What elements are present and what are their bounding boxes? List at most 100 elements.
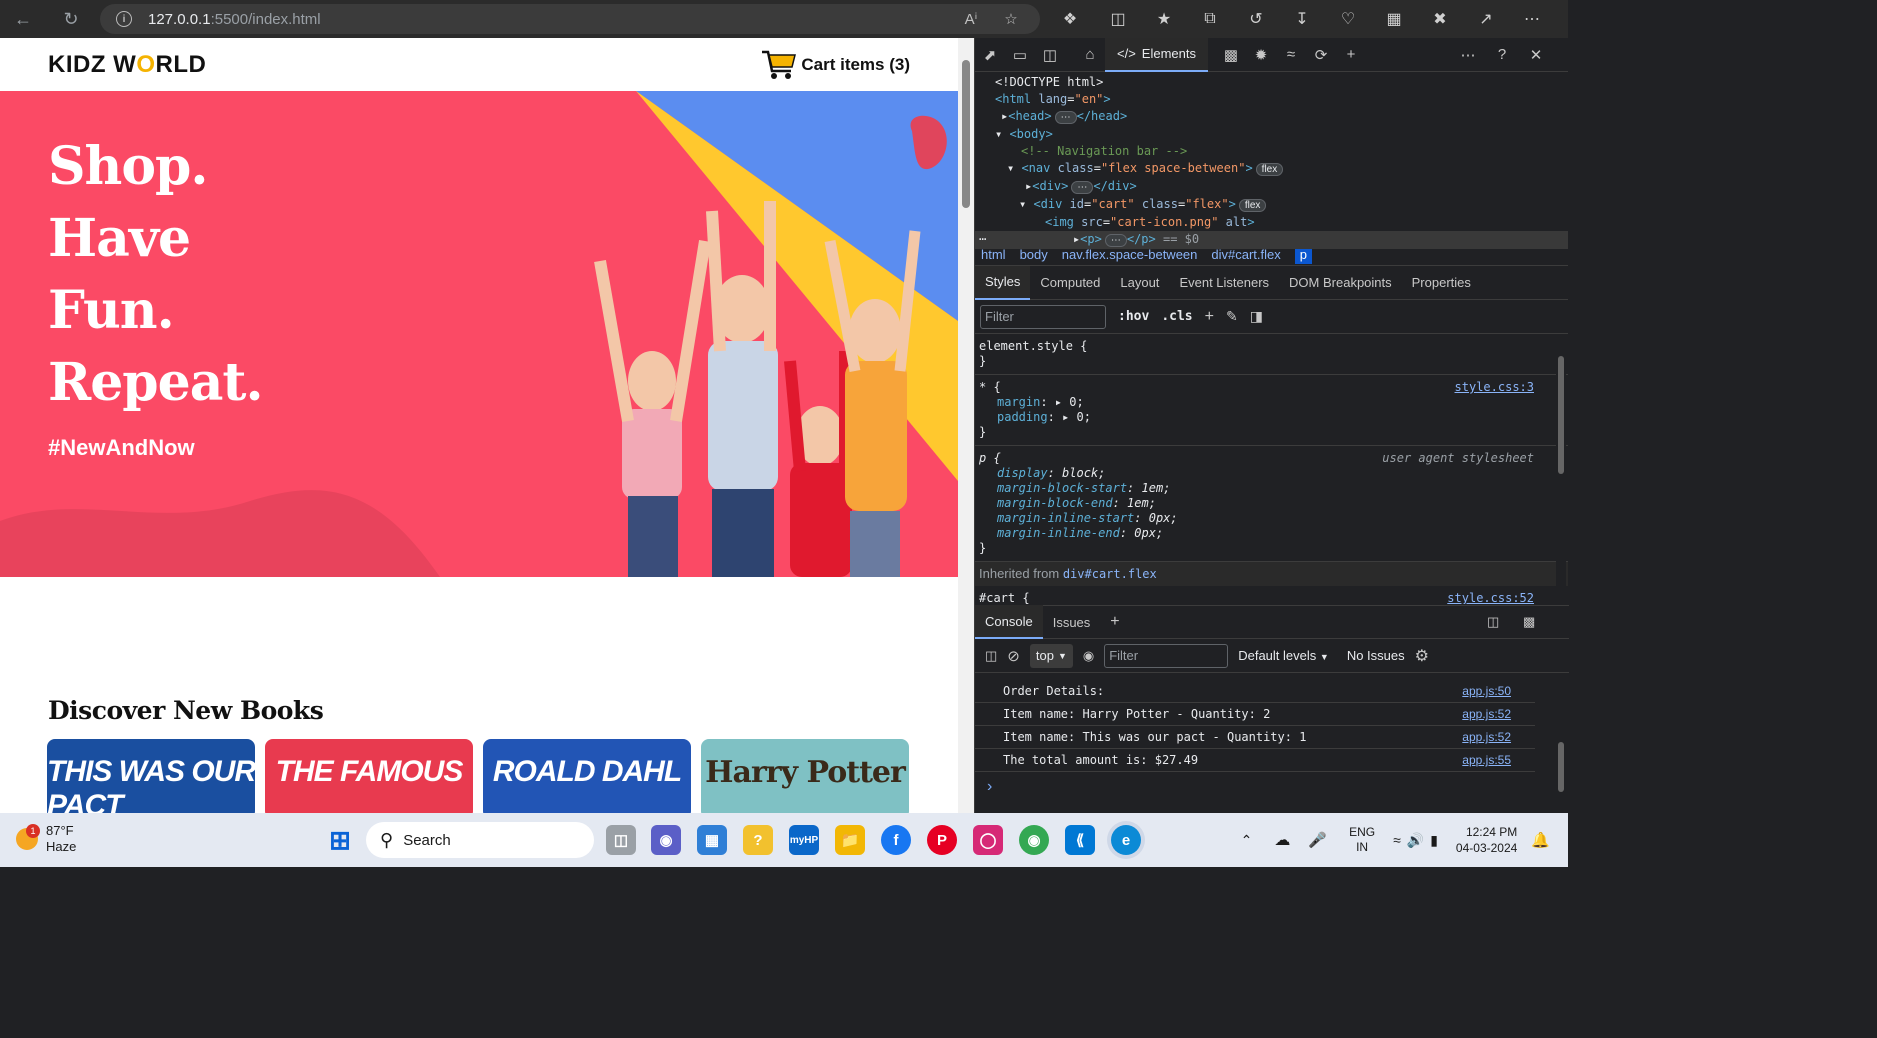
dom-node[interactable]: ▾ <body> xyxy=(975,126,1568,143)
pinterest-icon[interactable]: P xyxy=(927,825,957,855)
sidebar-toggle-icon[interactable]: ◨ xyxy=(1250,308,1263,325)
myhp-icon[interactable]: myHP xyxy=(789,825,819,855)
sources-bug-icon[interactable]: ✹ xyxy=(1246,38,1276,72)
read-aloud-icon[interactable]: Aⁱ xyxy=(960,8,982,30)
style-rule[interactable]: * { style.css:3 margin: ▸ 0; padding: ▸ … xyxy=(975,375,1568,446)
hov-button[interactable]: :hov xyxy=(1118,309,1149,324)
live-expression-eye-icon[interactable]: ◉ xyxy=(1083,648,1094,664)
network-wifi-icon[interactable]: ≈ xyxy=(1276,38,1306,72)
style-rule[interactable]: #cart { style.css:52 xyxy=(975,586,1568,604)
site-logo[interactable]: KIDZ WORLD xyxy=(48,51,206,79)
console-sidebar-icon[interactable]: ◫ xyxy=(985,648,997,664)
console-filter-input[interactable]: Filter xyxy=(1104,643,1229,668)
tab-elements[interactable]: </> Elements xyxy=(1105,37,1208,72)
dom-comment[interactable]: <!-- Navigation bar --> xyxy=(975,143,1568,160)
dom-node[interactable]: <img src="cart-icon.png" alt> xyxy=(975,214,1568,231)
volume-icon[interactable]: 🔊 xyxy=(1407,832,1424,849)
prop-name[interactable]: padding xyxy=(997,410,1048,424)
dom-node[interactable]: <!DOCTYPE html> xyxy=(975,74,1568,91)
new-rule-icon[interactable]: + xyxy=(1205,308,1214,326)
console-source-link[interactable]: app.js:52 xyxy=(1462,707,1511,721)
help-icon[interactable]: ? xyxy=(1487,38,1517,72)
style-rule[interactable]: element.style { } xyxy=(975,334,1568,375)
edge-icon[interactable]: e xyxy=(1111,825,1141,855)
refresh-icon[interactable]: ↻ xyxy=(52,0,90,38)
default-levels-dropdown[interactable]: Default levels ▼ xyxy=(1238,648,1329,663)
wifi-icon[interactable]: ≈ xyxy=(1393,832,1401,848)
notifications-bell-icon[interactable]: 🔔 xyxy=(1531,831,1550,849)
weather-widget[interactable]: 1 87°F Haze xyxy=(16,823,76,855)
close-drawer-icon[interactable]: ▩ xyxy=(1523,614,1535,630)
tab-console[interactable]: Console xyxy=(975,605,1043,639)
book-card[interactable]: THIS WAS OUR PACT xyxy=(47,739,255,813)
favorites-icon[interactable]: ★ xyxy=(1152,7,1176,31)
device-toolbar-icon[interactable]: ▭ xyxy=(1005,38,1035,72)
extensions-icon[interactable]: ❖ xyxy=(1058,7,1082,31)
console-prompt-icon[interactable]: › xyxy=(987,778,992,796)
split-screen-icon[interactable]: ◫ xyxy=(1106,7,1130,31)
dom-node[interactable]: ▸<head> ⋯ </head> xyxy=(975,108,1568,126)
screenshot-icon[interactable]: ✖ xyxy=(1428,7,1452,31)
book-card[interactable]: Harry Potter xyxy=(701,739,909,813)
address-bar[interactable]: i 127.0.0.1:5500/index.html Aⁱ ☆ xyxy=(100,4,1040,34)
tab-styles[interactable]: Styles xyxy=(975,265,1031,300)
clear-console-icon[interactable]: ⊘ xyxy=(1007,647,1020,665)
facebook-icon[interactable]: f xyxy=(881,825,911,855)
downloads-icon[interactable]: ↧ xyxy=(1290,7,1314,31)
clock[interactable]: 12:24 PM 04-03-2024 xyxy=(1456,824,1517,856)
tab-dom-breakpoints[interactable]: DOM Breakpoints xyxy=(1279,266,1402,300)
battery-icon[interactable]: ▮ xyxy=(1430,832,1438,849)
more-menu-icon[interactable]: ⋯ xyxy=(1520,7,1544,31)
onedrive-cloud-icon[interactable]: ☁ xyxy=(1274,830,1290,850)
cart-link[interactable]: Cart items (3) xyxy=(761,49,910,81)
prop-name[interactable]: margin xyxy=(997,395,1040,409)
dom-node[interactable]: ▾ <nav class="flex space-between"> flex xyxy=(975,160,1568,178)
microphone-icon[interactable]: 🎤 xyxy=(1308,831,1327,849)
rule-source-link[interactable]: style.css:52 xyxy=(1447,591,1534,604)
task-view-icon[interactable]: ◫ xyxy=(606,825,636,855)
add-drawer-tab-icon[interactable]: + xyxy=(1100,605,1129,639)
tab-issues[interactable]: Issues xyxy=(1043,605,1101,639)
taskbar-search[interactable]: ⚲ Search xyxy=(366,822,594,858)
tab-layout[interactable]: Layout xyxy=(1110,266,1169,300)
chat-icon[interactable]: ◉ xyxy=(651,825,681,855)
style-rule[interactable]: p { user agent stylesheet display: block… xyxy=(975,446,1568,562)
book-card[interactable]: ROALD DAHL xyxy=(483,739,691,813)
performance-gauge-icon[interactable]: ⟳ xyxy=(1306,38,1336,72)
dom-node[interactable]: <html lang="en"> xyxy=(975,91,1568,108)
dom-node[interactable]: ▾ <div id="cart" class="flex"> flex xyxy=(975,196,1568,214)
issues-count[interactable]: No Issues xyxy=(1347,648,1405,663)
store-icon[interactable]: ▦ xyxy=(697,825,727,855)
favorite-star-icon[interactable]: ☆ xyxy=(1000,8,1022,30)
styles-scrollbar[interactable] xyxy=(1556,334,1566,604)
more-tools-icon[interactable]: ⋯ xyxy=(1453,38,1483,72)
dom-node-selected[interactable]: ⋯ ▸<p> ⋯ </p> == $0 xyxy=(975,231,1568,249)
chrome-icon[interactable]: ◉ xyxy=(1019,825,1049,855)
book-card[interactable]: THE FAMOUS xyxy=(265,739,473,813)
share-icon[interactable]: ↗ xyxy=(1474,7,1498,31)
tab-computed[interactable]: Computed xyxy=(1030,266,1110,300)
welcome-home-icon[interactable]: ⌂ xyxy=(1075,38,1105,72)
styles-filter-input[interactable]: Filter xyxy=(980,304,1106,329)
history-icon[interactable]: ↺ xyxy=(1244,7,1268,31)
scrollbar-thumb[interactable] xyxy=(962,60,970,208)
undock-drawer-icon[interactable]: ◫ xyxy=(1487,614,1499,630)
performance-icon[interactable]: ♡ xyxy=(1336,7,1360,31)
inherited-link[interactable]: div#cart.flex xyxy=(1063,567,1157,581)
instagram-icon[interactable]: ◯ xyxy=(973,825,1003,855)
file-explorer-icon[interactable]: 📁 xyxy=(835,825,865,855)
rule-source-link[interactable]: style.css:3 xyxy=(1455,380,1534,395)
vscode-icon[interactable]: ⟪ xyxy=(1065,825,1095,855)
inspect-icon[interactable]: ⬈ xyxy=(975,38,1005,72)
paint-brush-icon[interactable]: ✎ xyxy=(1226,308,1238,325)
tab-event-listeners[interactable]: Event Listeners xyxy=(1169,266,1279,300)
console-source-link[interactable]: app.js:55 xyxy=(1462,753,1511,767)
collections-icon[interactable]: ⧉ xyxy=(1198,7,1222,31)
console-settings-gear-icon[interactable]: ⚙ xyxy=(1415,646,1429,666)
language-indicator[interactable]: ENG IN xyxy=(1349,825,1375,855)
console-scrollbar[interactable] xyxy=(1556,680,1566,808)
add-tab-icon[interactable]: + xyxy=(1336,38,1366,72)
tab-properties[interactable]: Properties xyxy=(1402,266,1481,300)
apps-icon[interactable]: ▦ xyxy=(1382,7,1406,31)
prop-value[interactable]: 0 xyxy=(1076,410,1083,424)
